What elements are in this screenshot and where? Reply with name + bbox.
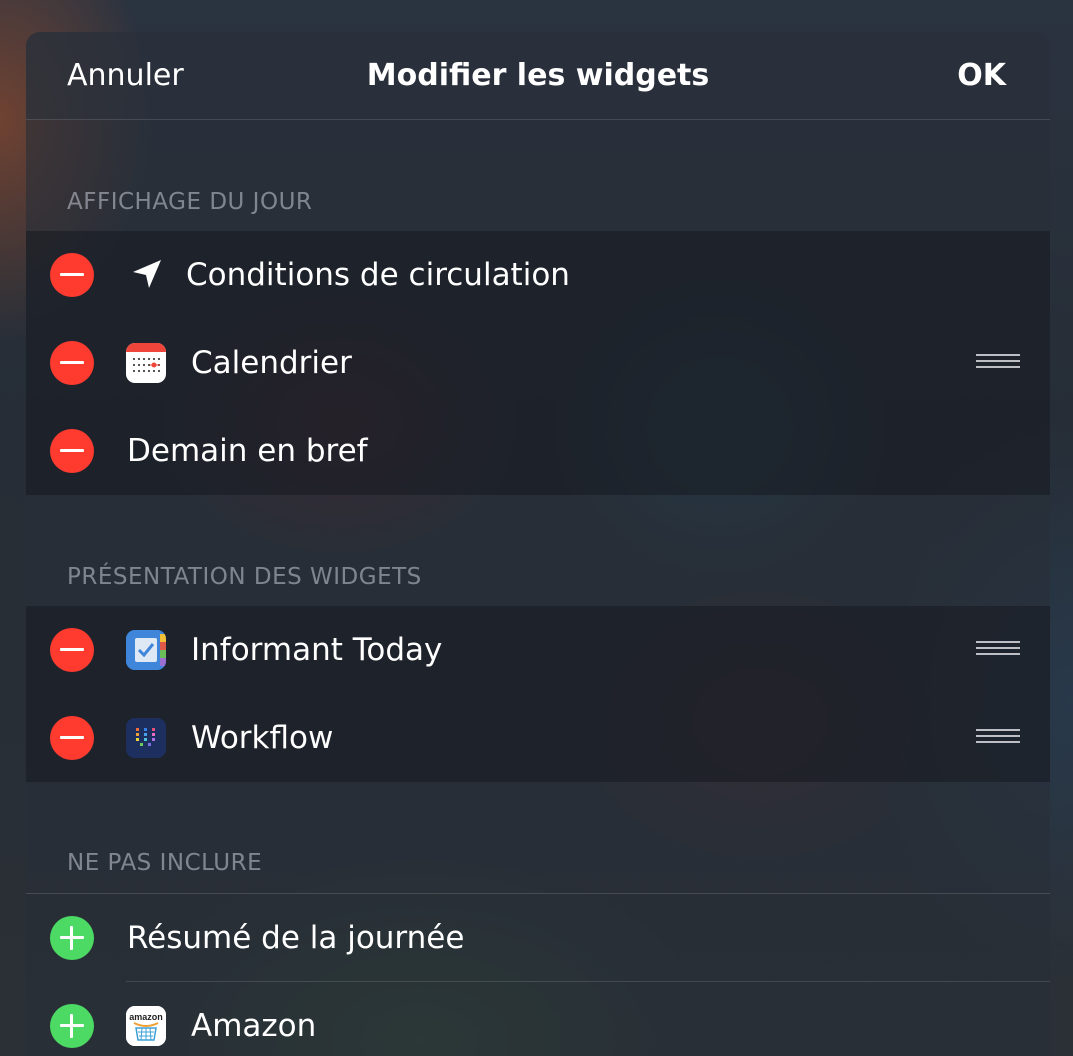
location-arrow-icon xyxy=(133,260,161,288)
widget-row-amazon: amazon Amazon xyxy=(26,982,1050,1056)
widget-row-calendar: Calendrier xyxy=(26,319,1050,407)
widget-label: Demain en bref xyxy=(127,433,368,469)
reorder-handle-icon[interactable] xyxy=(976,641,1020,659)
remove-informant-button[interactable] xyxy=(50,628,94,672)
reorder-handle-icon[interactable] xyxy=(976,354,1020,372)
widget-row-summary: Résumé de la journée xyxy=(26,894,1050,982)
widget-label: Résumé de la journée xyxy=(127,920,465,956)
widget-row-traffic: Conditions de circulation xyxy=(26,231,1050,319)
minus-icon xyxy=(60,648,84,651)
widget-label: Calendrier xyxy=(191,345,352,381)
widget-row-informant: Informant Today xyxy=(26,606,1050,694)
calendar-app-icon xyxy=(126,343,166,383)
minus-icon xyxy=(60,449,84,452)
widget-label: Conditions de circulation xyxy=(186,257,570,293)
widget-label: Informant Today xyxy=(191,632,443,668)
add-amazon-button[interactable] xyxy=(50,1004,94,1048)
excluded-group: Résumé de la journée amazon Amazon xyxy=(26,893,1050,1056)
minus-icon xyxy=(60,361,84,364)
today-group: Conditions de circulation Calendrier Dem… xyxy=(26,231,1050,495)
widget-label: Workflow xyxy=(191,720,334,756)
remove-traffic-button[interactable] xyxy=(50,253,94,297)
informant-app-icon xyxy=(126,630,166,670)
remove-calendar-button[interactable] xyxy=(50,341,94,385)
add-summary-button[interactable] xyxy=(50,916,94,960)
widget-row-workflow: Workflow xyxy=(26,694,1050,782)
remove-workflow-button[interactable] xyxy=(50,716,94,760)
done-button[interactable]: OK xyxy=(957,56,1006,96)
edit-widgets-sheet: Annuler Modifier les widgets OK AFFICHAG… xyxy=(26,32,1050,1056)
navigation-bar: Annuler Modifier les widgets OK xyxy=(26,32,1050,120)
widget-label: Amazon xyxy=(191,1008,317,1044)
svg-text:amazon: amazon xyxy=(129,1012,163,1022)
widgets-group: Informant Today Workflow xyxy=(26,606,1050,782)
section-header-excluded: NE PAS INCLURE xyxy=(67,850,263,876)
workflow-app-icon xyxy=(126,718,166,758)
page-title: Modifier les widgets xyxy=(366,58,710,93)
reorder-handle-icon[interactable] xyxy=(976,729,1020,747)
minus-icon xyxy=(60,273,84,276)
amazon-app-icon: amazon xyxy=(126,1006,166,1046)
minus-icon xyxy=(60,736,84,739)
section-header-widgets: PRÉSENTATION DES WIDGETS xyxy=(67,564,422,590)
section-header-today: AFFICHAGE DU JOUR xyxy=(67,189,313,215)
remove-tomorrow-button[interactable] xyxy=(50,429,94,473)
widget-row-tomorrow: Demain en bref xyxy=(26,407,1050,495)
